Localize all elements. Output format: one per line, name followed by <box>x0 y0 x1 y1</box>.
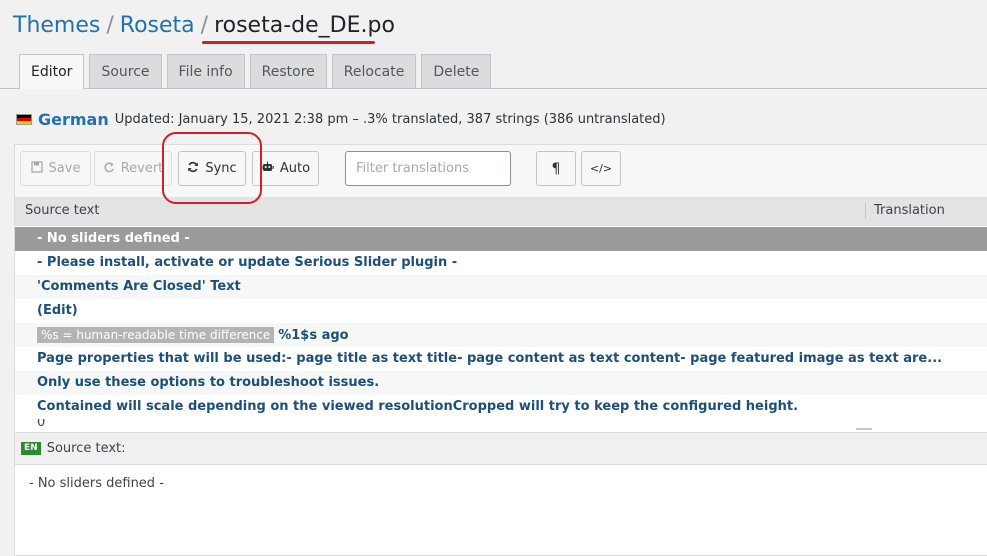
tab-bar: Editor Source File info Restore Relocate… <box>19 54 492 89</box>
pilcrow-icon: ¶ <box>551 160 561 177</box>
editor-toolbar: Save Revert Sync Auto ¶ </> <box>15 145 987 198</box>
list-item[interactable]: %s = human-readable time difference %1$s … <box>15 323 987 347</box>
list-item[interactable]: 0 <box>15 419 987 426</box>
list-item[interactable]: Contained will scale depending on the vi… <box>15 395 987 419</box>
revert-button-label: Revert <box>120 161 164 176</box>
source-string: Contained will scale depending on the vi… <box>37 399 799 414</box>
list-item[interactable]: Only use these options to troubleshoot i… <box>15 371 987 395</box>
revert-button[interactable]: Revert <box>94 151 172 186</box>
breadcrumb-separator: / <box>106 13 114 38</box>
context-tag: %s = human-readable time difference <box>37 327 275 343</box>
tab-editor[interactable]: Editor <box>19 54 85 89</box>
translation-editor: Save Revert Sync Auto ¶ </> So <box>14 144 987 556</box>
auto-button-label: Auto <box>279 161 311 176</box>
breadcrumb-themes-link[interactable]: Themes <box>13 13 100 38</box>
breadcrumb-current-file: roseta-de_DE.po <box>214 13 395 38</box>
column-resize-handle[interactable] <box>865 203 866 219</box>
save-button-label: Save <box>48 161 81 176</box>
list-item[interactable]: (Edit) <box>15 299 987 323</box>
locale-status-text: Updated: January 15, 2021 2:38 pm – .3% … <box>114 111 666 127</box>
source-text-content: - No sliders defined - <box>29 476 164 491</box>
locale-status: German Updated: January 15, 2021 2:38 pm… <box>16 108 666 130</box>
save-button[interactable]: Save <box>20 151 91 186</box>
source-string: Page properties that will be used:- page… <box>37 351 943 366</box>
list-item[interactable]: - No sliders defined - <box>15 227 987 251</box>
code-view-toggle-button[interactable]: </> <box>581 151 621 186</box>
tab-delete[interactable]: Delete <box>421 54 492 88</box>
list-scrollbar-thumb[interactable] <box>856 428 872 430</box>
source-pane-header: EN Source text: <box>15 432 987 465</box>
annotation-underline <box>202 41 375 44</box>
breadcrumb: Themes / Roseta / roseta-de_DE.po <box>13 10 395 42</box>
source-string: - No sliders defined - <box>37 231 190 246</box>
source-string: Only use these options to troubleshoot i… <box>37 375 380 390</box>
source-string: 'Comments Are Closed' Text <box>37 279 241 294</box>
robot-icon <box>261 161 274 176</box>
strings-list: - No sliders defined - - Please install,… <box>15 227 987 426</box>
source-string: %1$s ago <box>278 328 349 343</box>
auto-translate-button[interactable]: Auto <box>252 151 319 186</box>
source-pane-label: Source text: <box>46 441 126 456</box>
filter-translations-input[interactable] <box>345 151 511 186</box>
tab-source[interactable]: Source <box>89 54 162 88</box>
list-item[interactable]: - Please install, activate or update Ser… <box>15 251 987 275</box>
english-flag-badge: EN <box>21 442 41 455</box>
floppy-disk-icon <box>30 161 43 176</box>
column-translation[interactable]: Translation <box>874 197 945 225</box>
revert-icon <box>103 161 115 176</box>
column-source-text[interactable]: Source text <box>25 197 99 225</box>
source-string: 0 <box>37 419 45 426</box>
source-string: (Edit) <box>37 303 78 318</box>
invisibles-toggle-button[interactable]: ¶ <box>536 151 576 186</box>
source-string: - Please install, activate or update Ser… <box>37 255 458 270</box>
breadcrumb-project-link[interactable]: Roseta <box>120 13 195 38</box>
tab-restore[interactable]: Restore <box>249 54 327 88</box>
breadcrumb-separator: / <box>200 13 209 38</box>
tab-relocate[interactable]: Relocate <box>331 54 417 88</box>
list-item[interactable]: Page properties that will be used:- page… <box>15 347 987 371</box>
annotation-circle <box>162 132 262 204</box>
locale-language-link[interactable]: German <box>38 110 109 129</box>
list-item[interactable]: 'Comments Are Closed' Text <box>15 275 987 299</box>
strings-list-header: Source text Translation <box>15 197 987 226</box>
code-icon: </> <box>589 162 613 175</box>
german-flag-icon <box>16 113 32 125</box>
tab-file-info[interactable]: File info <box>166 54 245 88</box>
